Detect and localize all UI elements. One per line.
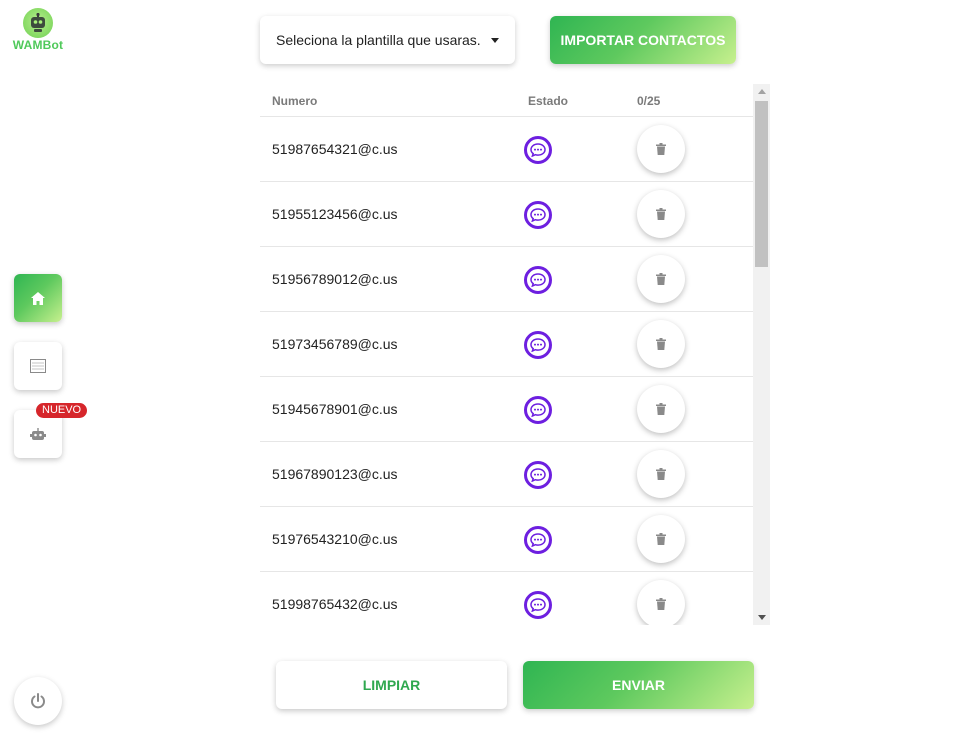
delete-button[interactable] [637, 580, 685, 625]
trash-icon [656, 143, 666, 155]
app-logo: WAMBot [10, 8, 66, 52]
trash-icon [656, 468, 666, 480]
message-status-icon[interactable] [524, 526, 552, 554]
trash-icon [656, 338, 666, 350]
power-button[interactable] [14, 677, 62, 725]
trash-icon [656, 273, 666, 285]
scroll-up-arrow-icon[interactable] [758, 89, 766, 94]
table-row: 51998765432@c.us [260, 572, 753, 625]
caret-down-icon [491, 38, 499, 43]
contacts-table: Numero Estado 0/25 51987654321@c.us 51955… [260, 84, 770, 625]
column-header-estado: Estado [528, 94, 569, 108]
column-header-numero: Numero [272, 94, 318, 108]
template-select-value: Seleciona la plantilla que usaras. [276, 32, 481, 48]
contact-number: 51956789012@c.us [272, 271, 398, 287]
scroll-down-arrow-icon[interactable] [758, 615, 766, 620]
table-row: 51987654321@c.us [260, 117, 753, 182]
scroll-thumb[interactable] [755, 101, 768, 267]
power-icon [31, 693, 45, 709]
table-row: 51955123456@c.us [260, 182, 753, 247]
delete-button[interactable] [637, 385, 685, 433]
delete-button[interactable] [637, 125, 685, 173]
table-row: 51945678901@c.us [260, 377, 753, 442]
contact-number: 51987654321@c.us [272, 141, 398, 157]
trash-icon [656, 598, 666, 610]
clear-button[interactable]: LIMPIAR [276, 661, 507, 709]
delete-button[interactable] [637, 190, 685, 238]
contact-number: 51955123456@c.us [272, 206, 398, 222]
message-status-icon[interactable] [524, 591, 552, 619]
contact-number: 51945678901@c.us [272, 401, 398, 417]
table-row: 51976543210@c.us [260, 507, 753, 572]
message-status-icon[interactable] [524, 201, 552, 229]
table-scrollbar[interactable] [753, 84, 770, 625]
column-header-count: 0/25 [637, 94, 661, 108]
contact-number: 51973456789@c.us [272, 336, 398, 352]
table-row: 51956789012@c.us [260, 247, 753, 312]
table-header: Numero Estado 0/25 [260, 84, 753, 117]
home-icon [31, 291, 45, 305]
send-button[interactable]: ENVIAR [523, 661, 754, 709]
message-status-icon[interactable] [524, 461, 552, 489]
table-row: 51973456789@c.us [260, 312, 753, 377]
delete-button[interactable] [637, 515, 685, 563]
robot-logo-icon [23, 8, 53, 38]
contact-number: 51967890123@c.us [272, 466, 398, 482]
contact-number: 51998765432@c.us [272, 596, 398, 612]
trash-icon [656, 403, 666, 415]
new-badge: NUEVO [36, 403, 88, 418]
contact-number: 51976543210@c.us [272, 531, 398, 547]
trash-icon [656, 208, 666, 220]
nav-templates-button[interactable] [14, 342, 62, 390]
robot-icon [30, 428, 46, 440]
message-status-icon[interactable] [524, 266, 552, 294]
delete-button[interactable] [637, 320, 685, 368]
trash-icon [656, 533, 666, 545]
delete-button[interactable] [637, 450, 685, 498]
message-status-icon[interactable] [524, 331, 552, 359]
logo-text: WAMBot [12, 38, 64, 52]
template-select[interactable]: Seleciona la plantilla que usaras. [260, 16, 515, 64]
delete-button[interactable] [637, 255, 685, 303]
table-row: 51967890123@c.us [260, 442, 753, 507]
message-status-icon[interactable] [524, 396, 552, 424]
nav-home-button[interactable] [14, 274, 62, 322]
template-icon [30, 359, 46, 373]
message-status-icon[interactable] [524, 136, 552, 164]
import-contacts-button[interactable]: IMPORTAR CONTACTOS [550, 16, 736, 64]
